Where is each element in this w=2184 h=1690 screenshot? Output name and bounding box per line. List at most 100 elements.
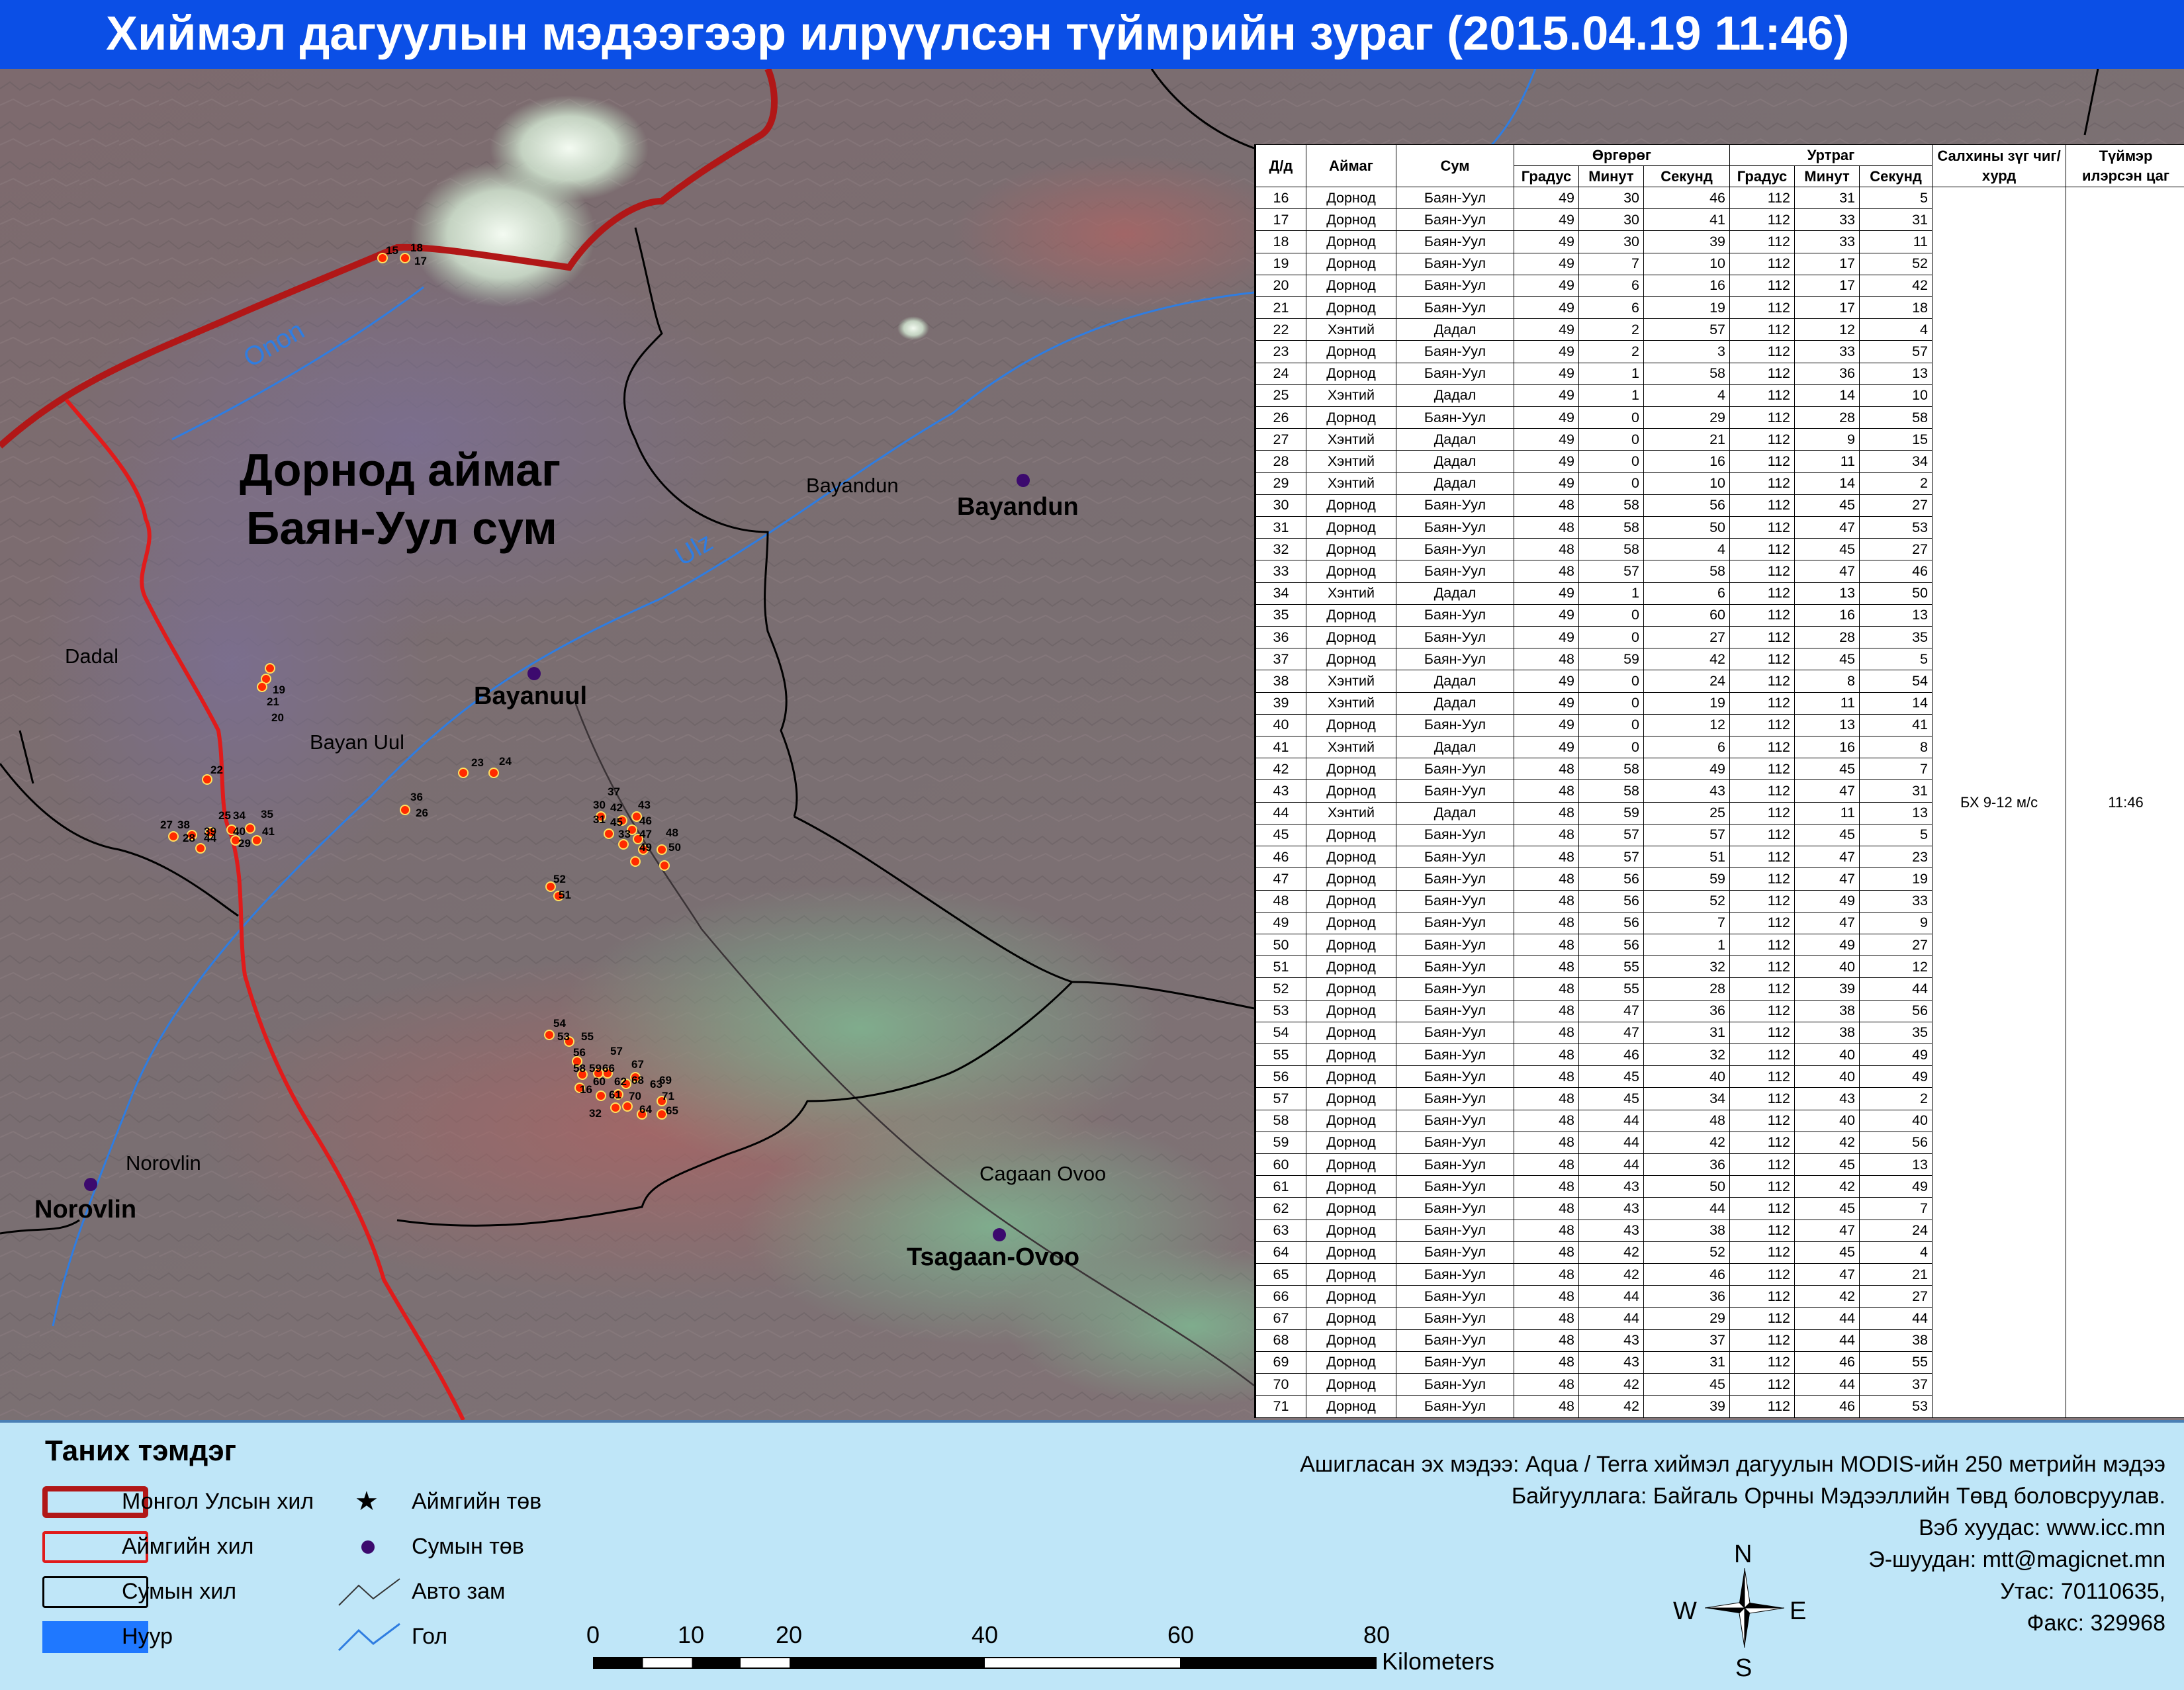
table-cell: 63 (1256, 1220, 1306, 1241)
place-label-bayan-uul: Bayan Uul (310, 731, 404, 754)
table-cell: 112 (1730, 1373, 1795, 1395)
table-cell: Дорнод (1306, 912, 1396, 934)
table-cell: Дорнод (1306, 1263, 1396, 1285)
table-cell: 38 (1644, 1220, 1730, 1241)
table-cell: 112 (1730, 275, 1795, 296)
table-cell: 112 (1730, 648, 1795, 670)
table-cell: 49 (1514, 297, 1579, 319)
table-cell: Баян-Уул (1396, 231, 1514, 253)
table-cell: 112 (1730, 824, 1795, 846)
header-lat-min: Минут (1579, 166, 1644, 187)
table-cell: 45 (1579, 1088, 1644, 1110)
table-cell: 46 (1644, 1263, 1730, 1285)
table-cell: 27 (1256, 429, 1306, 451)
fire-label: 41 (262, 825, 275, 838)
table-cell: 48 (1514, 1241, 1579, 1263)
table-cell: Баян-Уул (1396, 1373, 1514, 1395)
table-cell: 39 (1256, 692, 1306, 714)
table-cell: 36 (1644, 1153, 1730, 1175)
table-cell: Дорнод (1306, 1373, 1396, 1395)
table-cell: 13 (1860, 1153, 1933, 1175)
table-cell: 60 (1256, 1153, 1306, 1175)
table-cell: 49 (1860, 1176, 1933, 1198)
table-cell: Дадал (1396, 736, 1514, 758)
table-cell: Дадал (1396, 451, 1514, 472)
table-cell: 47 (1795, 780, 1860, 802)
table-cell: 19 (1860, 868, 1933, 890)
header-no: Д/д (1256, 145, 1306, 187)
fire-label: 29 (238, 837, 251, 850)
table-cell: 12 (1860, 956, 1933, 978)
table-cell: Баян-Уул (1396, 341, 1514, 363)
table-cell: 41 (1644, 209, 1730, 231)
table-cell: 49 (1514, 384, 1579, 406)
table-cell: 46 (1579, 1044, 1644, 1065)
table-cell: 52 (1860, 253, 1933, 275)
table-cell: Дадал (1396, 429, 1514, 451)
table-cell: 39 (1795, 978, 1860, 1000)
scale-tick-0: 0 (586, 1621, 600, 1649)
table-cell: 49 (1514, 209, 1579, 231)
table-cell: 10 (1644, 472, 1730, 494)
table-cell: 39 (1644, 231, 1730, 253)
fire-label: 25 (218, 809, 231, 822)
table-cell: 1 (1644, 934, 1730, 956)
table-cell: 112 (1730, 802, 1795, 824)
table-cell: 57 (1579, 560, 1644, 582)
table-cell: Баян-Уул (1396, 934, 1514, 956)
table-cell: 49 (1514, 714, 1579, 736)
table-cell: Баян-Уул (1396, 627, 1514, 648)
table-cell: 65 (1256, 1263, 1306, 1285)
scale-tick-10: 10 (678, 1621, 704, 1649)
table-cell: 11 (1795, 451, 1860, 472)
table-cell: 45 (1795, 1153, 1860, 1175)
table-cell: 45 (1795, 539, 1860, 560)
table-cell: 112 (1730, 780, 1795, 802)
table-cell: Баян-Уул (1396, 539, 1514, 560)
legend-panel: Таних тэмдэг Монгол Улсын хил Аймгийн хи… (0, 1420, 2184, 1690)
table-cell: 35 (1256, 604, 1306, 626)
info-email-link[interactable]: Э-шуудан: mtt@magicnet.mn (1868, 1547, 2165, 1573)
table-cell: 59 (1579, 648, 1644, 670)
table-cell: 112 (1730, 846, 1795, 868)
table-cell: 42 (1579, 1263, 1644, 1285)
fire-label: 46 (639, 815, 652, 827)
table-cell: 48 (1514, 1066, 1579, 1088)
fire-label: 63 (650, 1078, 662, 1090)
table-cell: 53 (1860, 517, 1933, 539)
table-cell: 48 (1514, 846, 1579, 868)
table-cell: 112 (1730, 494, 1795, 516)
table-cell: 17 (1256, 209, 1306, 231)
table-cell: 49 (1514, 692, 1579, 714)
table-cell: Баян-Уул (1396, 890, 1514, 912)
table-cell: 112 (1730, 384, 1795, 406)
table-cell: 42 (1644, 648, 1730, 670)
table-cell: Дадал (1396, 472, 1514, 494)
table-cell: 39 (1644, 1396, 1730, 1418)
table-cell: 14 (1860, 692, 1933, 714)
river-line-icon (336, 1621, 402, 1653)
table-cell: 48 (1514, 1022, 1579, 1044)
legend-title: Таних тэмдэг (45, 1435, 236, 1468)
table-cell: 47 (1579, 1000, 1644, 1022)
fire-label: 20 (271, 711, 284, 724)
table-cell: 49 (1514, 736, 1579, 758)
table-cell: 48 (1514, 1373, 1579, 1395)
table-cell: 7 (1860, 758, 1933, 780)
table-cell: 48 (1514, 539, 1579, 560)
table-cell: 53 (1256, 1000, 1306, 1022)
info-website-link[interactable]: Вэб хуудас: www.icc.mn (1919, 1515, 2165, 1541)
table-cell: Хэнтий (1306, 319, 1396, 341)
table-cell: 69 (1256, 1351, 1306, 1373)
table-cell: 43 (1579, 1176, 1644, 1198)
table-cell: 112 (1730, 1329, 1795, 1351)
table-cell: 21 (1256, 297, 1306, 319)
table-cell: Дорнод (1306, 539, 1396, 560)
table-cell: 2 (1579, 319, 1644, 341)
table-cell: 56 (1579, 890, 1644, 912)
fire-label: 49 (639, 841, 652, 854)
table-cell: Дорнод (1306, 1000, 1396, 1022)
table-cell: 0 (1579, 604, 1644, 626)
table-cell: 58 (1644, 560, 1730, 582)
table-cell: Хэнтий (1306, 802, 1396, 824)
